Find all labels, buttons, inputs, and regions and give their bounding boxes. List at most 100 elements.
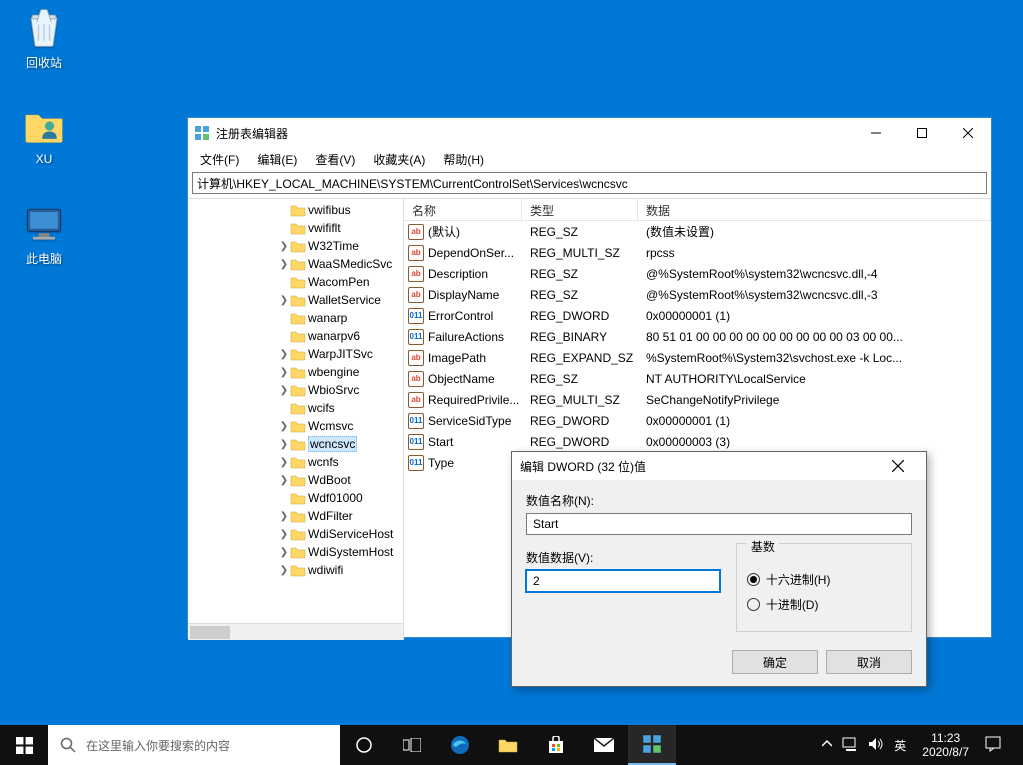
- expand-toggle[interactable]: ❯: [278, 241, 290, 252]
- regedit-icon: [194, 125, 210, 141]
- tree-item[interactable]: ❯wdiwifi: [188, 561, 403, 579]
- taskbar-mail[interactable]: [580, 725, 628, 765]
- value-data: SeChangeNotifyPrivilege: [638, 393, 991, 407]
- values-header[interactable]: 名称 类型 数据: [404, 199, 991, 221]
- tree-item[interactable]: ❯WbioSrvc: [188, 381, 403, 399]
- cancel-button[interactable]: 取消: [826, 650, 912, 674]
- expand-toggle[interactable]: ❯: [278, 385, 290, 396]
- expand-toggle[interactable]: ❯: [278, 295, 290, 306]
- value-row[interactable]: ab(默认)REG_SZ(数值未设置): [404, 221, 991, 242]
- tree-item[interactable]: ❯WalletService: [188, 291, 403, 309]
- radio-dec-row[interactable]: 十进制(D): [747, 596, 901, 613]
- tree-item[interactable]: WacomPen: [188, 273, 403, 291]
- value-row[interactable]: abDisplayNameREG_SZ@%SystemRoot%\system3…: [404, 284, 991, 305]
- tree-item[interactable]: ❯WdBoot: [188, 471, 403, 489]
- close-button[interactable]: [945, 118, 991, 148]
- desktop-icon-recycle-bin[interactable]: 回收站: [6, 6, 82, 71]
- menu-favorites[interactable]: 收藏夹(A): [365, 149, 433, 170]
- value-name-input[interactable]: [526, 513, 912, 535]
- value-type-icon: 011: [408, 455, 424, 471]
- tree-item[interactable]: ❯wbengine: [188, 363, 403, 381]
- tree-item[interactable]: wanarpv6: [188, 327, 403, 345]
- radio-hex[interactable]: [747, 573, 760, 586]
- desktop-icon-this-pc[interactable]: 此电脑: [6, 202, 82, 267]
- radio-dec[interactable]: [747, 598, 760, 611]
- taskbar-search[interactable]: 在这里输入你要搜索的内容: [48, 725, 340, 765]
- start-button[interactable]: [0, 725, 48, 765]
- expand-toggle[interactable]: ❯: [278, 367, 290, 378]
- folder-icon: [290, 257, 306, 271]
- col-header-data[interactable]: 数据: [638, 199, 991, 220]
- tree-item[interactable]: ❯WarpJITSvc: [188, 345, 403, 363]
- value-row[interactable]: 011FailureActionsREG_BINARY80 51 01 00 0…: [404, 326, 991, 347]
- col-header-type[interactable]: 类型: [522, 199, 638, 220]
- tray-volume-icon[interactable]: [868, 737, 884, 754]
- tree-h-scrollbar[interactable]: [188, 623, 403, 640]
- taskbar-explorer[interactable]: [484, 725, 532, 765]
- taskbar-regedit[interactable]: [628, 725, 676, 765]
- menu-view[interactable]: 查看(V): [307, 149, 363, 170]
- value-row[interactable]: abImagePathREG_EXPAND_SZ%SystemRoot%\Sys…: [404, 347, 991, 368]
- cortana-button[interactable]: [340, 725, 388, 765]
- dialog-titlebar[interactable]: 编辑 DWORD (32 位)值: [512, 452, 926, 480]
- col-header-name[interactable]: 名称: [404, 199, 522, 220]
- folder-icon: [290, 527, 306, 541]
- value-row[interactable]: 011StartREG_DWORD0x00000003 (3): [404, 431, 991, 452]
- value-row[interactable]: abObjectNameREG_SZNT AUTHORITY\LocalServ…: [404, 368, 991, 389]
- expand-toggle[interactable]: ❯: [278, 421, 290, 432]
- tray-ime[interactable]: 英: [894, 737, 906, 754]
- radio-hex-row[interactable]: 十六进制(H): [747, 571, 901, 588]
- tree-item[interactable]: ❯WdFilter: [188, 507, 403, 525]
- maximize-button[interactable]: [899, 118, 945, 148]
- value-data-input[interactable]: [526, 570, 720, 592]
- address-bar[interactable]: 计算机\HKEY_LOCAL_MACHINE\SYSTEM\CurrentCon…: [192, 172, 987, 194]
- minimize-button[interactable]: [853, 118, 899, 148]
- expand-toggle[interactable]: ❯: [278, 529, 290, 540]
- expand-toggle[interactable]: ❯: [278, 511, 290, 522]
- value-type: REG_SZ: [522, 372, 638, 386]
- expand-toggle[interactable]: ❯: [278, 457, 290, 468]
- tree-item[interactable]: vwififlt: [188, 219, 403, 237]
- task-view-button[interactable]: [388, 725, 436, 765]
- tree-item[interactable]: ❯Wcmsvc: [188, 417, 403, 435]
- tray-network-icon[interactable]: [842, 737, 858, 754]
- tree-item[interactable]: wcifs: [188, 399, 403, 417]
- tree-item[interactable]: ❯wcncsvc: [188, 435, 403, 453]
- expand-toggle[interactable]: ❯: [278, 565, 290, 576]
- value-row[interactable]: abDescriptionREG_SZ@%SystemRoot%\system3…: [404, 263, 991, 284]
- ok-button[interactable]: 确定: [732, 650, 818, 674]
- value-row[interactable]: abRequiredPrivile...REG_MULTI_SZSeChange…: [404, 389, 991, 410]
- taskbar-store[interactable]: [532, 725, 580, 765]
- value-row[interactable]: 011ServiceSidTypeREG_DWORD0x00000001 (1): [404, 410, 991, 431]
- value-type-icon: 011: [408, 413, 424, 429]
- value-row[interactable]: abDependOnSer...REG_MULTI_SZrpcss: [404, 242, 991, 263]
- menu-help[interactable]: 帮助(H): [435, 149, 492, 170]
- tree-pane[interactable]: vwifibusvwififlt❯W32Time❯WaaSMedicSvcWac…: [188, 199, 404, 640]
- tree-item[interactable]: vwifibus: [188, 201, 403, 219]
- tray-notifications-icon[interactable]: [985, 736, 1001, 755]
- dialog-close-button[interactable]: [878, 452, 918, 480]
- tray-chevron-up-icon[interactable]: [822, 738, 832, 752]
- menu-edit[interactable]: 编辑(E): [249, 149, 305, 170]
- tree-item[interactable]: wanarp: [188, 309, 403, 327]
- tree-item[interactable]: ❯wcnfs: [188, 453, 403, 471]
- tray-clock[interactable]: 11:23 2020/8/7: [916, 731, 975, 759]
- desktop-icon-user-folder[interactable]: XU: [6, 104, 82, 166]
- expand-toggle[interactable]: ❯: [278, 259, 290, 270]
- taskbar-edge[interactable]: [436, 725, 484, 765]
- titlebar[interactable]: 注册表编辑器: [188, 118, 991, 148]
- tree-item[interactable]: ❯WaaSMedicSvc: [188, 255, 403, 273]
- tree-item[interactable]: ❯WdiServiceHost: [188, 525, 403, 543]
- value-type-icon: ab: [408, 245, 424, 261]
- menu-file[interactable]: 文件(F): [192, 149, 247, 170]
- expand-toggle[interactable]: ❯: [278, 439, 290, 450]
- tree-item[interactable]: ❯W32Time: [188, 237, 403, 255]
- tree-item[interactable]: Wdf01000: [188, 489, 403, 507]
- expand-toggle[interactable]: ❯: [278, 547, 290, 558]
- expand-toggle[interactable]: ❯: [278, 475, 290, 486]
- tree-item-label: wanarp: [308, 311, 347, 325]
- tree-item[interactable]: ❯WdiSystemHost: [188, 543, 403, 561]
- folder-icon: [290, 473, 306, 487]
- expand-toggle[interactable]: ❯: [278, 349, 290, 360]
- value-row[interactable]: 011ErrorControlREG_DWORD0x00000001 (1): [404, 305, 991, 326]
